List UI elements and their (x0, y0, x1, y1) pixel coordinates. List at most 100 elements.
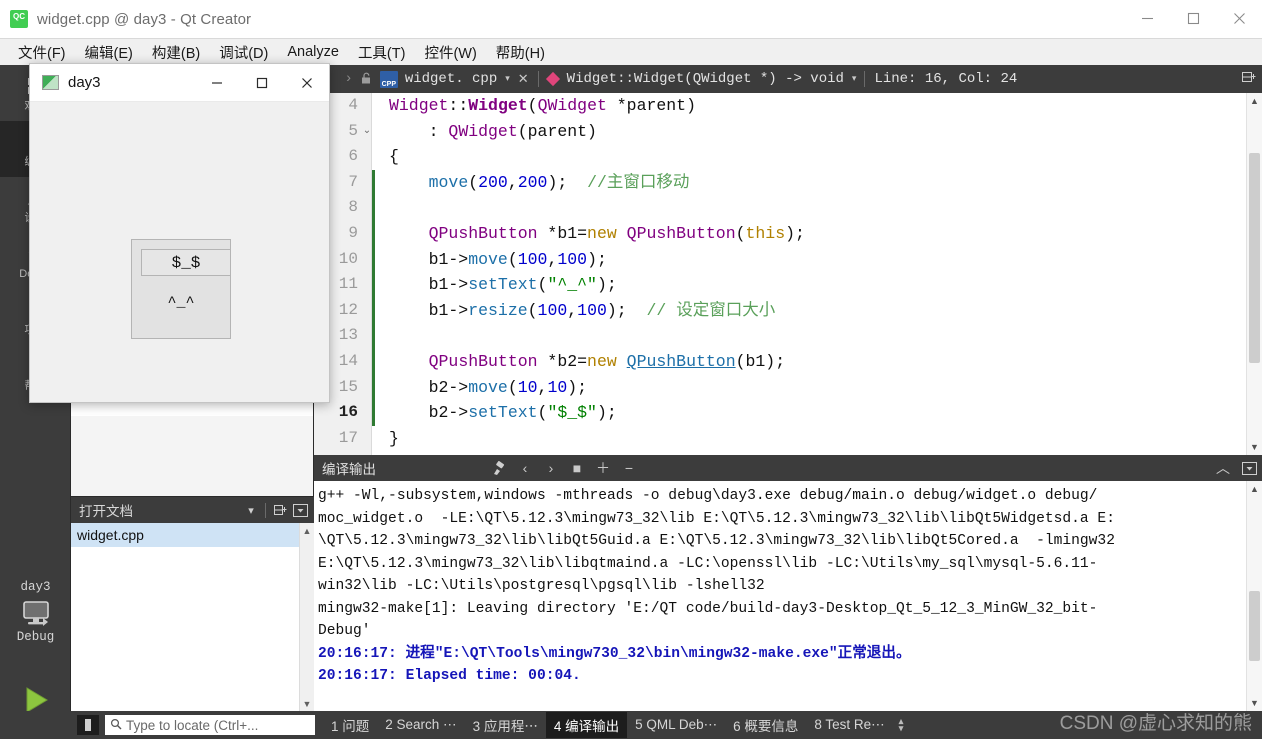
menu-help[interactable]: 帮助(H) (487, 40, 555, 65)
line-number: 17 (338, 428, 358, 447)
fold-marker-icon[interactable]: ⌄ (362, 119, 372, 145)
scroll-up-arrow[interactable]: ▲ (300, 523, 314, 538)
tab-qml-debugger[interactable]: 5 QML Deb⋯ (627, 714, 725, 736)
code-line[interactable]: 11 b1->setText("^_^"); (314, 272, 1246, 298)
qt-creator-icon (10, 10, 28, 28)
code-line[interactable]: 4 Widget::Widget(QWidget *parent) (314, 93, 1246, 119)
line-number: 16 (338, 403, 358, 422)
scroll-up-arrow[interactable]: ▲ (1247, 481, 1262, 497)
code-line[interactable]: 12 b1->resize(100,100); // 设定窗口大小 (314, 297, 1246, 324)
divider (265, 502, 266, 518)
window-controls (1124, 0, 1262, 39)
code-area[interactable]: 4 Widget::Widget(QWidget *parent) 5 ⌄ : QWi… (314, 93, 1262, 455)
kit-selector[interactable]: day3 Debug (0, 580, 71, 644)
code-text: } (389, 428, 399, 448)
scroll-up-arrow[interactable]: ▲ (1247, 93, 1262, 109)
menu-tools[interactable]: 工具(T) (349, 40, 416, 65)
zoom-in-icon[interactable]: ＋ (590, 457, 616, 479)
code-line[interactable]: 5 ⌄ : QWidget(parent) (314, 119, 1246, 145)
pink-diamond-icon (545, 71, 560, 87)
chevron-updown-icon[interactable]: ▴ ▾ (899, 717, 904, 733)
code-line[interactable]: 17} (314, 426, 1246, 452)
code-line[interactable]: 7 move(200,200); //主窗口移动 (314, 169, 1246, 196)
output-line: 20:16:17: 进程"E:\QT\Tools\mingw730_32\bin… (318, 645, 911, 662)
toggle-sidebar-icon[interactable] (77, 715, 99, 735)
output-toolbar: ‹ › ■ ＋ − (486, 457, 642, 479)
output-pane-tabs: 1 问题 2 Search ⋯ 3 应用程⋯ 4 编译输出 5 QML Deb⋯… (323, 712, 903, 738)
output-line: mingw32-make[1]: Leaving directory 'E:/Q… (318, 600, 1098, 617)
tab-issues[interactable]: 1 问题 (323, 712, 377, 738)
tab-application-output[interactable]: 3 应用程⋯ (465, 712, 546, 738)
push-button-b2-label: $_$ (171, 253, 201, 272)
day3-minimize-button[interactable] (194, 64, 239, 101)
day3-maximize-button[interactable] (239, 64, 284, 101)
next-issue-icon[interactable]: › (538, 457, 564, 479)
push-button-b2[interactable]: $_$ (141, 249, 231, 276)
scroll-down-arrow[interactable]: ▼ (1247, 439, 1262, 455)
day3-close-button[interactable] (284, 64, 329, 101)
day3-app-window[interactable]: day3 ^_^ $_$ (29, 63, 330, 403)
tab-general-messages[interactable]: 6 概要信息 (725, 712, 806, 738)
chevron-down-icon[interactable]: ▾ (241, 500, 261, 520)
day3-client-area: ^_^ $_$ (30, 102, 329, 402)
output-line: g++ -Wl,-subsystem,windows -mthreads -o … (318, 488, 1098, 504)
search-icon (110, 718, 122, 733)
menu-edit[interactable]: 编辑(E) (76, 40, 143, 65)
list-item[interactable]: widget.cpp (71, 523, 314, 547)
prev-issue-icon[interactable]: ‹ (512, 457, 538, 479)
maximize-output-icon[interactable] (1236, 457, 1262, 479)
window-minimize-button[interactable] (1124, 0, 1170, 38)
code-line[interactable]: 10 b1->move(100,100); (314, 246, 1246, 273)
window-maximize-button[interactable] (1170, 0, 1216, 38)
kit-project-name: day3 (20, 580, 51, 594)
compile-output-pane: 编译输出 ‹ › ■ ＋ − ︿ g++ -Wl,-subsystem,wind… (314, 455, 1262, 711)
close-icon[interactable]: ✕ (518, 72, 529, 87)
scrollbar-thumb[interactable] (1249, 153, 1260, 363)
scrollbar-thumb[interactable] (1249, 591, 1260, 661)
scroll-down-arrow[interactable]: ▼ (1247, 695, 1262, 711)
editor-symbol[interactable]: Widget::Widget(QWidget *) -> void (567, 71, 844, 87)
code-line[interactable]: 14 QPushButton *b2=new QPushButton(b1); (314, 348, 1246, 375)
chevron-down-icon[interactable]: ▾ (852, 74, 857, 84)
clear-output-icon[interactable] (486, 457, 512, 479)
menu-debug[interactable]: 调试(D) (210, 40, 278, 65)
code-text: b1->move(100,100); (389, 249, 607, 269)
tab-search[interactable]: 2 Search ⋯ (377, 714, 464, 736)
chevron-right-icon (42, 618, 48, 626)
editor-scrollbar[interactable]: ▲ ▼ (1246, 93, 1262, 455)
chevron-up-icon[interactable]: ︿ (1210, 457, 1236, 479)
cpp-file-icon: CPP (379, 70, 398, 88)
editor-filename[interactable]: widget. cpp (405, 71, 497, 87)
menu-build[interactable]: 构建(B) (143, 40, 210, 65)
menu-analyze[interactable]: Analyze (278, 42, 349, 62)
scroll-down-arrow[interactable]: ▼ (300, 696, 314, 711)
code-line[interactable]: 6{ (314, 144, 1246, 170)
code-line[interactable]: 8 (314, 195, 1246, 221)
stop-icon[interactable]: ■ (564, 457, 590, 479)
divider (537, 71, 539, 87)
menu-widgets[interactable]: 控件(W) (415, 40, 486, 65)
tab-test-results[interactable]: 8 Test Re⋯ (806, 714, 892, 736)
code-line[interactable]: 13 (314, 323, 1246, 349)
window-close-button[interactable] (1216, 0, 1262, 38)
close-split-icon[interactable] (290, 500, 310, 520)
code-lines[interactable]: 4 Widget::Widget(QWidget *parent) 5 ⌄ : QWi… (314, 93, 1246, 455)
chevron-right-icon[interactable]: › (338, 71, 358, 87)
compile-output-text[interactable]: g++ -Wl,-subsystem,windows -mthreads -o … (314, 481, 1262, 711)
tab-compile-output[interactable]: 4 编译输出 (545, 712, 628, 738)
code-line[interactable]: 16 b2->setText("$_$"); (314, 400, 1246, 426)
menu-file[interactable]: 文件(F) (9, 40, 76, 65)
split-icon[interactable] (270, 500, 290, 520)
block-indicator (372, 195, 375, 221)
code-line[interactable]: 15 b2->move(10,10); (314, 374, 1246, 401)
code-text: b2->move(10,10); (389, 377, 588, 397)
day3-window-controls (194, 64, 329, 101)
unlocked-icon[interactable] (359, 71, 375, 87)
chevron-down-icon[interactable]: ▾ (505, 74, 510, 84)
zoom-out-icon[interactable]: − (616, 457, 642, 479)
split-editor-icon[interactable] (1242, 71, 1256, 88)
code-line[interactable]: 9 QPushButton *b1=new QPushButton(this); (314, 220, 1246, 247)
compile-output-scrollbar[interactable]: ▲ ▼ (1246, 481, 1262, 711)
search-input[interactable]: Type to locate (Ctrl+... (105, 715, 315, 735)
open-documents-scrollbar[interactable]: ▲ ▼ (299, 523, 314, 711)
